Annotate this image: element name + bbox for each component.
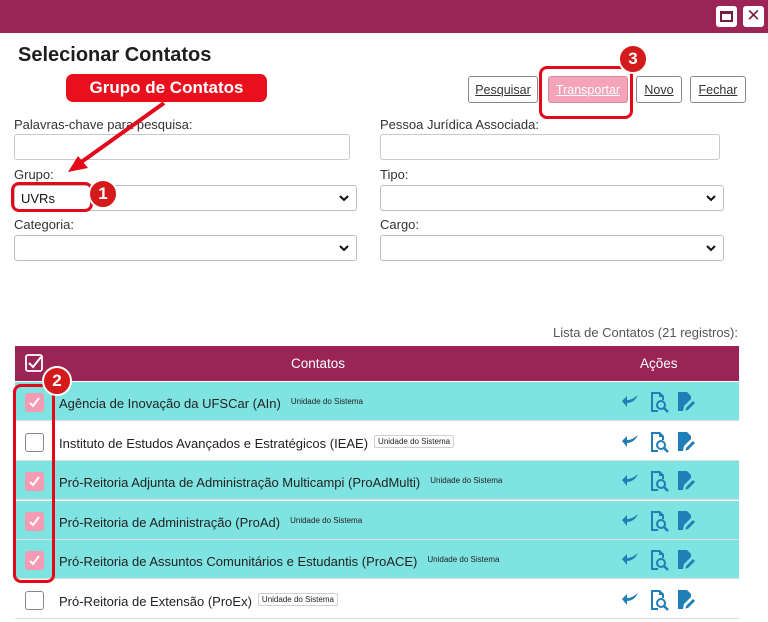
- contact-name-text: Agência de Inovação da UFSCar (AIn): [59, 396, 281, 411]
- unit-badge: Unidade do Sistema: [427, 555, 500, 564]
- edit-document-icon[interactable]: [676, 391, 696, 413]
- reply-arrow-icon[interactable]: [621, 470, 641, 490]
- contact-name-text: Pró-Reitoria de Extensão (ProEx): [59, 594, 252, 609]
- contact-name-text: Pró-Reitoria de Administração (ProAd): [59, 515, 281, 530]
- edit-document-icon[interactable]: [676, 549, 696, 571]
- table-row[interactable]: Pró-Reitoria de Administração (ProAd) Uni…: [15, 501, 739, 540]
- unit-badge: Unidade do Sistema: [290, 397, 363, 406]
- view-details-icon[interactable]: [648, 470, 670, 492]
- reply-arrow-icon[interactable]: [621, 391, 641, 411]
- unit-badge: Unidade do Sistema: [374, 435, 455, 448]
- contact-name-text: Pró-Reitoria Adjunta de Administração Mu…: [59, 475, 421, 490]
- table-row[interactable]: Pró-Reitoria de Extensão (ProEx) Unidade …: [15, 580, 739, 619]
- contact-name: Agência de Inovação da UFSCar (AIn) Unida…: [59, 395, 367, 411]
- row-actions: [621, 391, 701, 413]
- close-icon[interactable]: ✕: [743, 6, 764, 27]
- keywords-input[interactable]: [14, 134, 350, 160]
- annotation-callout: Grupo de Contatos: [66, 74, 267, 102]
- annotation-box-checkboxes: [13, 384, 55, 583]
- header-acoes: Ações: [640, 356, 678, 371]
- table-row[interactable]: Agência de Inovação da UFSCar (AIn) Unida…: [15, 382, 739, 421]
- annotation-badge-2: 2: [42, 366, 72, 396]
- pessoa-juridica-label: Pessoa Jurídica Associada:: [380, 117, 539, 132]
- reply-arrow-icon[interactable]: [621, 589, 641, 609]
- view-details-icon[interactable]: [648, 510, 670, 532]
- edit-document-icon[interactable]: [676, 589, 696, 611]
- annotation-badge-3: 3: [618, 44, 648, 74]
- table-header: Contatos Ações: [15, 346, 739, 381]
- select-all-checkbox-icon[interactable]: [25, 354, 43, 372]
- row-actions: [621, 431, 701, 453]
- row-actions: [621, 510, 701, 532]
- categoria-select[interactable]: [14, 235, 357, 261]
- cargo-select[interactable]: [380, 235, 724, 261]
- view-details-icon[interactable]: [648, 549, 670, 571]
- tipo-select[interactable]: [380, 185, 724, 211]
- contact-name: Pró-Reitoria Adjunta de Administração Mu…: [59, 474, 506, 490]
- row-actions: [621, 589, 701, 611]
- edit-document-icon[interactable]: [676, 431, 696, 453]
- chevron-down-icon: [339, 245, 349, 252]
- reply-arrow-icon[interactable]: [621, 510, 641, 530]
- pessoa-juridica-input[interactable]: [380, 134, 720, 160]
- chevron-down-icon: [706, 195, 716, 202]
- edit-document-icon[interactable]: [676, 510, 696, 532]
- chevron-down-icon: [706, 245, 716, 252]
- contact-name-text: Pró-Reitoria de Assuntos Comunitários e …: [59, 554, 418, 569]
- header-contatos: Contatos: [291, 356, 346, 371]
- annotation-box-grupo: [11, 182, 93, 212]
- contact-name: Pró-Reitoria de Administração (ProAd) Uni…: [59, 514, 366, 530]
- unit-badge: Unidade do Sistema: [257, 593, 338, 606]
- view-details-icon[interactable]: [648, 589, 670, 611]
- keywords-label: Palavras-chave para pesquisa:: [14, 117, 193, 132]
- cargo-label: Cargo:: [380, 217, 420, 232]
- unit-badge: Unidade do Sistema: [290, 516, 363, 525]
- reply-arrow-icon[interactable]: [621, 431, 641, 451]
- fechar-button[interactable]: Fechar: [690, 76, 746, 103]
- table-row[interactable]: Pró-Reitoria de Assuntos Comunitários e …: [15, 540, 739, 579]
- annotation-badge-1: 1: [88, 179, 118, 209]
- list-count: Lista de Contatos (21 registros):: [553, 325, 738, 340]
- contact-name: Pró-Reitoria de Assuntos Comunitários e …: [59, 553, 503, 569]
- chevron-down-icon: [339, 195, 349, 202]
- maximize-icon[interactable]: [716, 6, 737, 27]
- page-title: Selecionar Contatos: [18, 44, 212, 66]
- reply-arrow-icon[interactable]: [621, 549, 641, 569]
- view-details-icon[interactable]: [648, 391, 670, 413]
- unit-badge: Unidade do Sistema: [430, 476, 503, 485]
- row-actions: [621, 470, 701, 492]
- contact-name-text: Instituto de Estudos Avançados e Estraté…: [59, 436, 369, 451]
- table-row[interactable]: Instituto de Estudos Avançados e Estraté…: [15, 422, 739, 461]
- categoria-label: Categoria:: [14, 217, 74, 232]
- contact-name: Instituto de Estudos Avançados e Estraté…: [59, 435, 455, 451]
- view-details-icon[interactable]: [648, 431, 670, 453]
- contact-name: Pró-Reitoria de Extensão (ProEx) Unidade …: [59, 593, 338, 609]
- table-row[interactable]: Pró-Reitoria Adjunta de Administração Mu…: [15, 461, 739, 500]
- window-titlebar: [0, 0, 768, 33]
- grupo-label: Grupo:: [14, 167, 54, 182]
- pesquisar-button[interactable]: Pesquisar: [468, 76, 538, 103]
- tipo-label: Tipo:: [380, 167, 409, 182]
- novo-button[interactable]: Novo: [636, 76, 682, 103]
- row-checkbox[interactable]: [25, 591, 44, 610]
- edit-document-icon[interactable]: [676, 470, 696, 492]
- annotation-box-transportar: [539, 66, 633, 119]
- row-actions: [621, 549, 701, 571]
